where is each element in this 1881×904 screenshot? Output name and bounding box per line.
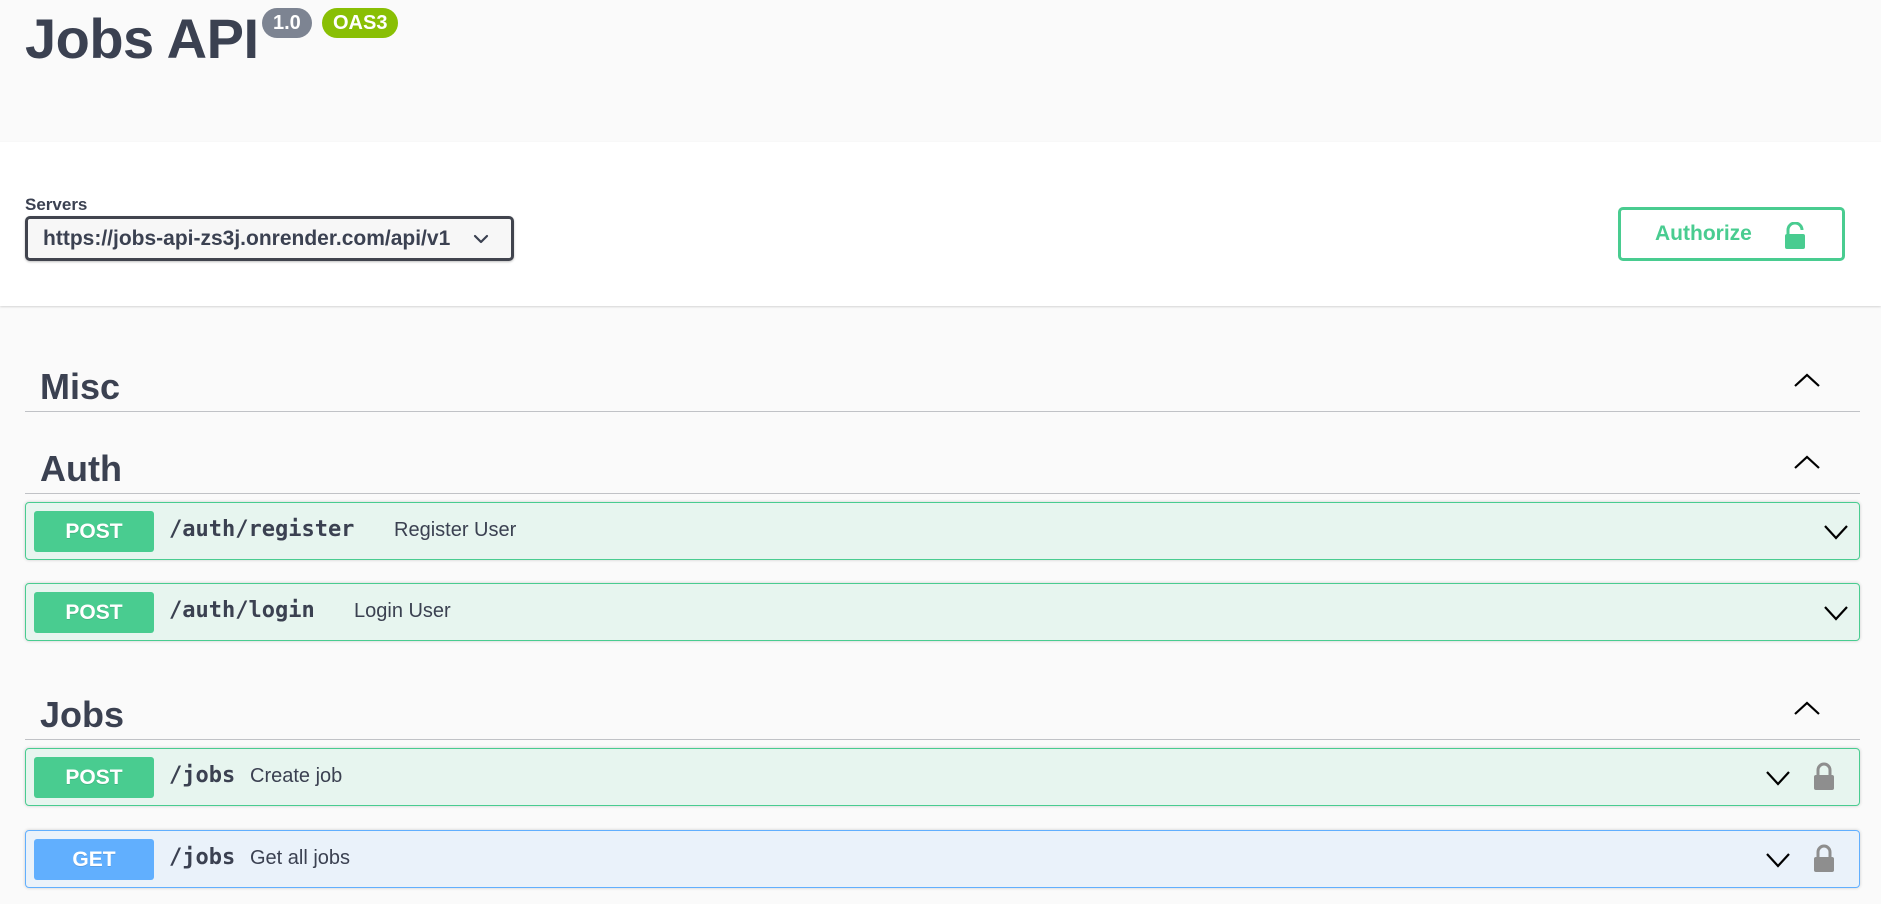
lock-icon[interactable] — [1813, 762, 1835, 791]
servers-label: Servers — [25, 195, 88, 214]
tag-header-jobs[interactable]: Jobs — [25, 674, 1860, 740]
tag-header-misc[interactable]: Misc — [25, 346, 1860, 412]
tag-name: Auth — [40, 448, 122, 489]
operation-path: /jobs — [169, 845, 236, 870]
method-badge: POST — [34, 511, 154, 552]
method-badge: POST — [34, 757, 154, 798]
lock-icon[interactable] — [1813, 844, 1835, 873]
operation-path: /jobs — [169, 763, 236, 788]
operation-summary: Login User — [354, 600, 451, 622]
chevron-down-icon[interactable] — [1823, 523, 1849, 541]
version-badge: 1.0 — [262, 8, 312, 38]
oas-badge: OAS3 — [322, 8, 399, 38]
chevron-up-icon[interactable] — [1792, 452, 1822, 472]
operation-summary: Get all jobs — [250, 847, 351, 869]
method-badge: POST — [34, 592, 154, 633]
opblock-get-jobs[interactable]: GET /jobs Get all jobs — [25, 830, 1860, 888]
method-badge: GET — [34, 839, 154, 880]
operation-summary: Register User — [394, 519, 517, 541]
opblock-post-jobs[interactable]: POST /jobs Create job — [25, 748, 1860, 806]
chevron-down-icon[interactable] — [1765, 851, 1791, 869]
server-select-value: https://jobs-api-zs3j.onrender.com/api/v… — [43, 226, 451, 250]
chevron-down-icon[interactable] — [1823, 604, 1849, 622]
tag-name: Jobs — [40, 694, 125, 735]
authorize-button[interactable]: Authorize — [1618, 207, 1845, 261]
tag-header-auth[interactable]: Auth — [25, 428, 1860, 494]
operation-path: /auth/register — [169, 517, 355, 542]
chevron-down-icon — [473, 234, 489, 244]
chevron-down-icon[interactable] — [1765, 769, 1791, 787]
scheme-container: Servers https://jobs-api-zs3j.onrender.c… — [0, 142, 1881, 306]
opblock-post-auth-register[interactable]: POST /auth/register Register User — [25, 502, 1860, 560]
operation-path: /auth/login — [169, 598, 315, 623]
api-info-header: Jobs API 1.0 OAS3 — [25, 0, 1881, 142]
tag-name: Misc — [40, 366, 121, 407]
api-title: Jobs API — [25, 7, 259, 70]
server-select[interactable]: https://jobs-api-zs3j.onrender.com/api/v… — [25, 216, 514, 261]
lock-open-icon — [1785, 222, 1805, 249]
opblock-post-auth-login[interactable]: POST /auth/login Login User — [25, 583, 1860, 641]
chevron-up-icon[interactable] — [1792, 370, 1822, 390]
operation-summary: Create job — [250, 765, 343, 787]
chevron-up-icon[interactable] — [1792, 698, 1822, 718]
authorize-button-label: Authorize — [1655, 222, 1752, 245]
